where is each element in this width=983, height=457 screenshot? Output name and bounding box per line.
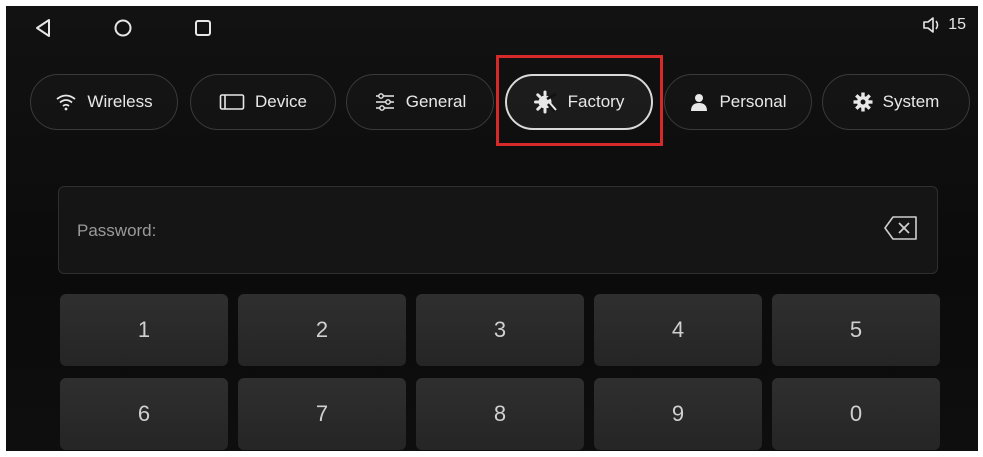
- speaker-icon: [923, 17, 939, 33]
- tab-label: Device: [255, 92, 307, 111]
- tab-personal[interactable]: Personal: [664, 74, 812, 130]
- recents-icon: [195, 20, 211, 36]
- back-button[interactable]: [28, 13, 58, 43]
- backspace-icon: [884, 216, 917, 240]
- key-3[interactable]: 3: [416, 294, 584, 366]
- password-field[interactable]: Password:: [58, 186, 938, 274]
- password-label: Password:: [77, 221, 157, 240]
- back-icon: [36, 19, 50, 37]
- tab-label: Personal: [719, 92, 787, 111]
- tab-label: System: [882, 92, 940, 111]
- key-1[interactable]: 1: [60, 294, 228, 366]
- key-7[interactable]: 7: [238, 378, 406, 450]
- device-icon: [219, 94, 245, 110]
- gear-icon: [853, 92, 873, 112]
- person-icon: [691, 94, 708, 111]
- key-6[interactable]: 6: [60, 378, 228, 450]
- tab-system[interactable]: System: [822, 74, 970, 130]
- sliders-icon: [375, 93, 394, 111]
- volume-value: 15: [948, 16, 966, 33]
- tab-label: General: [405, 92, 467, 111]
- wifi-icon: [56, 94, 76, 111]
- tab-wireless[interactable]: Wireless: [30, 74, 178, 130]
- screen: 15 Wireless Device General Factory Perso…: [6, 6, 978, 451]
- key-2[interactable]: 2: [238, 294, 406, 366]
- navigation-bar: 15: [6, 6, 978, 50]
- home-icon: [114, 19, 132, 37]
- factory-tab-highlight: [496, 55, 663, 146]
- tab-label: Wireless: [87, 92, 153, 111]
- numeric-keypad: 1 2 3 4 5 6 7 8 9 0: [60, 294, 942, 451]
- home-button[interactable]: [108, 13, 138, 43]
- backspace-button[interactable]: [883, 215, 919, 246]
- key-4[interactable]: 4: [594, 294, 762, 366]
- key-0[interactable]: 0: [772, 378, 940, 450]
- recents-button[interactable]: [188, 13, 218, 43]
- key-5[interactable]: 5: [772, 294, 940, 366]
- key-8[interactable]: 8: [416, 378, 584, 450]
- tab-general[interactable]: General: [346, 74, 494, 130]
- tab-device[interactable]: Device: [190, 74, 336, 130]
- volume-indicator: 15: [922, 16, 966, 34]
- key-9[interactable]: 9: [594, 378, 762, 450]
